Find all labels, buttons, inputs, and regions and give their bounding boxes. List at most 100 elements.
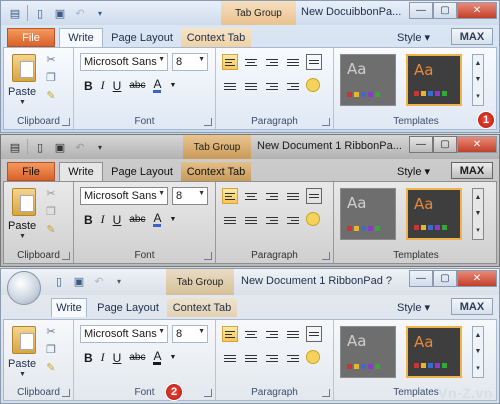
format-painter-icon[interactable]: ✎ xyxy=(44,222,58,236)
app-menu-icon[interactable]: ▤ xyxy=(7,139,23,155)
chevron-down-icon[interactable]: ▼ xyxy=(169,216,176,223)
max-button[interactable]: MAX xyxy=(451,162,493,179)
tab-write[interactable]: Write xyxy=(59,28,103,47)
minimize-icon[interactable]: — xyxy=(409,2,433,19)
underline-button[interactable]: U xyxy=(113,213,122,227)
chevron-down-icon[interactable]: ▼ xyxy=(169,82,176,89)
align-left-icon[interactable] xyxy=(222,188,238,204)
italic-button[interactable]: I xyxy=(101,78,105,93)
bold-button[interactable]: B xyxy=(84,213,93,227)
underline-button[interactable]: U xyxy=(113,351,122,365)
emoji-icon[interactable] xyxy=(306,212,320,226)
undo-icon[interactable]: ↶ xyxy=(91,273,107,289)
save-icon[interactable]: ▣ xyxy=(52,139,68,155)
style-dropdown[interactable]: Style ▾ xyxy=(397,31,430,44)
tab-write[interactable]: Write xyxy=(59,162,103,181)
align-center-icon[interactable] xyxy=(243,188,259,204)
minimize-icon[interactable]: — xyxy=(409,136,433,153)
tab-context[interactable]: Context Tab xyxy=(181,162,251,181)
max-button[interactable]: MAX xyxy=(451,28,493,45)
align-right-icon[interactable] xyxy=(264,188,280,204)
dialog-launcher-icon[interactable] xyxy=(322,118,330,126)
tab-page-layout[interactable]: Page Layout xyxy=(107,28,177,47)
font-name-combobox[interactable]: Microsoft Sans ▼ xyxy=(80,53,168,71)
format-painter-icon[interactable]: ✎ xyxy=(44,88,58,102)
emoji-icon[interactable] xyxy=(306,78,320,92)
chevron-down-icon[interactable]: ▼ xyxy=(169,354,176,361)
format-painter-icon[interactable]: ✎ xyxy=(44,360,58,374)
maximize-icon[interactable]: ▢ xyxy=(433,2,457,19)
font-size-combobox[interactable]: 8 ▼ xyxy=(172,187,208,205)
strikethrough-button[interactable]: abc xyxy=(129,214,145,225)
templates-scroll[interactable]: ▲ ▼ ▾ xyxy=(472,326,484,378)
style-dropdown[interactable]: Style ▾ xyxy=(397,301,430,314)
cut-icon[interactable]: ✂ xyxy=(44,186,58,200)
increase-indent-icon[interactable] xyxy=(285,78,301,94)
strikethrough-button[interactable]: abc xyxy=(129,352,145,363)
paste-dropdown-icon[interactable]: ▼ xyxy=(19,99,26,106)
align-right-icon[interactable] xyxy=(264,326,280,342)
dialog-launcher-icon[interactable] xyxy=(322,252,330,260)
save-icon[interactable]: ▣ xyxy=(52,5,68,21)
decrease-indent-icon[interactable] xyxy=(264,212,280,228)
decrease-indent-icon[interactable] xyxy=(264,78,280,94)
paste-dropdown-icon[interactable]: ▼ xyxy=(19,233,26,240)
font-color-button[interactable]: A xyxy=(153,78,162,93)
tab-file[interactable]: File xyxy=(7,28,55,47)
bold-button[interactable]: B xyxy=(84,351,93,365)
numbered-list-icon[interactable] xyxy=(222,212,238,228)
dialog-launcher-icon[interactable] xyxy=(322,389,330,397)
close-icon[interactable]: ✕ xyxy=(457,270,497,287)
paste-dropdown-icon[interactable]: ▼ xyxy=(19,371,26,378)
font-size-combobox[interactable]: 8 ▼ xyxy=(172,325,208,343)
align-right-icon[interactable] xyxy=(264,54,280,70)
dialog-launcher-icon[interactable] xyxy=(62,252,70,260)
style-dropdown[interactable]: Style ▾ xyxy=(397,165,430,178)
undo-icon[interactable]: ↶ xyxy=(72,5,88,21)
cut-icon[interactable]: ✂ xyxy=(44,52,58,66)
align-left-icon[interactable] xyxy=(222,54,238,70)
templates-scroll[interactable]: ▲ ▼ ▾ xyxy=(472,188,484,240)
maximize-icon[interactable]: ▢ xyxy=(433,270,457,287)
minimize-icon[interactable]: — xyxy=(409,270,433,287)
dialog-launcher-icon[interactable] xyxy=(204,118,212,126)
save-icon[interactable]: ▣ xyxy=(71,273,87,289)
emoji-icon[interactable] xyxy=(306,350,320,364)
font-name-combobox[interactable]: Microsoft Sans ▼ xyxy=(80,187,168,205)
justify-icon[interactable] xyxy=(285,54,301,70)
paste-icon[interactable] xyxy=(12,54,36,82)
tab-context[interactable]: Context Tab xyxy=(181,28,251,47)
cut-icon[interactable]: ✂ xyxy=(44,324,58,338)
italic-button[interactable]: I xyxy=(101,212,105,227)
paste-icon[interactable] xyxy=(12,326,36,354)
justify-icon[interactable] xyxy=(285,188,301,204)
qat-customize-icon[interactable]: ▾ xyxy=(111,273,127,289)
template-thumbnail[interactable]: Aa xyxy=(340,188,396,240)
close-icon[interactable]: ✕ xyxy=(457,2,497,19)
paste-icon[interactable] xyxy=(12,188,36,216)
table-icon[interactable] xyxy=(306,54,322,70)
qat-customize-icon[interactable]: ▾ xyxy=(92,139,108,155)
new-document-icon[interactable]: ▯ xyxy=(32,139,48,155)
italic-button[interactable]: I xyxy=(101,350,105,365)
paste-button[interactable]: Paste xyxy=(8,220,36,232)
copy-icon[interactable]: ❐ xyxy=(44,204,58,218)
tab-page-layout[interactable]: Page Layout xyxy=(93,298,163,317)
template-thumbnail-selected[interactable]: Aa xyxy=(406,326,462,378)
template-thumbnail[interactable]: Aa xyxy=(340,54,396,106)
tab-context[interactable]: Context Tab xyxy=(167,298,237,317)
decrease-indent-icon[interactable] xyxy=(264,350,280,366)
paste-button[interactable]: Paste xyxy=(8,358,36,370)
paste-button[interactable]: Paste xyxy=(8,86,36,98)
close-icon[interactable]: ✕ xyxy=(457,136,497,153)
bold-button[interactable]: B xyxy=(84,79,93,93)
dialog-launcher-icon[interactable] xyxy=(62,389,70,397)
font-color-button[interactable]: A xyxy=(153,212,162,227)
bullet-list-icon[interactable] xyxy=(243,350,259,366)
table-icon[interactable] xyxy=(306,326,322,342)
undo-icon[interactable]: ↶ xyxy=(72,139,88,155)
dialog-launcher-icon[interactable] xyxy=(62,118,70,126)
dialog-launcher-icon[interactable] xyxy=(204,252,212,260)
tab-page-layout[interactable]: Page Layout xyxy=(107,162,177,181)
underline-button[interactable]: U xyxy=(113,79,122,93)
